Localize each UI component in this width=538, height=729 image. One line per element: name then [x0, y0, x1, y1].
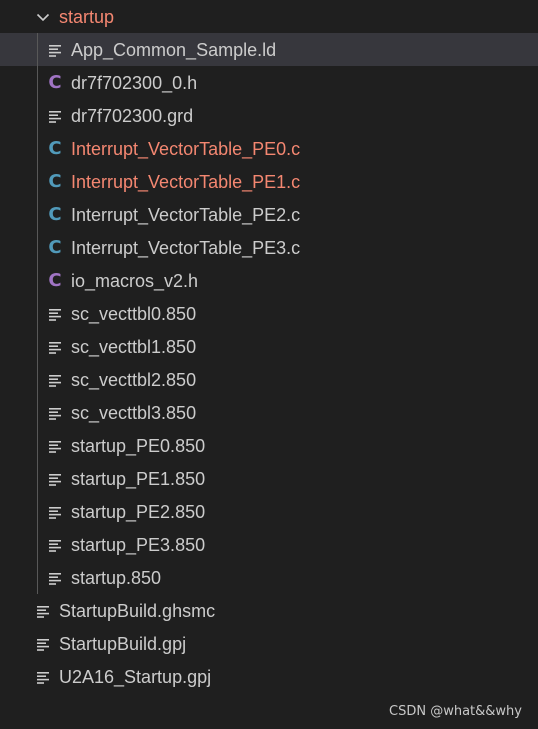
file-label: dr7f702300.grd [71, 105, 194, 126]
lines-icon [46, 535, 64, 555]
file-startup-pe1-850[interactable]: startup_PE1.850 [0, 462, 538, 495]
file-dr7f702300-0-h[interactable]: Cdr7f702300_0.h [0, 66, 538, 99]
file-startup-pe3-850[interactable]: startup_PE3.850 [0, 528, 538, 561]
icon-glyph: C [48, 71, 62, 93]
file-interrupt-vectortable-pe0-c[interactable]: C Interrupt_VectorTable_PE0.c [0, 132, 538, 165]
lines-icon [34, 634, 52, 654]
root-files: StartupBuild.ghsmc StartupBuild.gpj U2A16_… [0, 594, 538, 693]
icon-glyph: C [48, 137, 62, 159]
file-u2a16-startup-gpj[interactable]: U2A16_Startup.gpj [0, 660, 538, 693]
c-source-icon: C [46, 170, 64, 192]
lines-icon [46, 436, 64, 456]
file-interrupt-vectortable-pe1-c[interactable]: C Interrupt_VectorTable_PE1.c [0, 165, 538, 198]
file-label: U2A16_Startup.gpj [59, 666, 212, 687]
indent-guide [37, 33, 38, 594]
folder-children: App_Common_Sample.ld Cdr7f702300_0.h dr7f7… [0, 33, 538, 594]
watermark: CSDN @what&&why [389, 704, 522, 719]
file-startup-850[interactable]: startup.850 [0, 561, 538, 594]
icon-glyph: C [48, 236, 62, 258]
file-io-macros-v2-h[interactable]: Cio_macros_v2.h [0, 264, 538, 297]
file-label: startup_PE3.850 [71, 534, 206, 555]
c-source-icon: C [46, 236, 64, 258]
file-label: sc_vecttbl0.850 [71, 303, 197, 324]
icon-glyph: C [48, 170, 62, 192]
file-startup-pe2-850[interactable]: startup_PE2.850 [0, 495, 538, 528]
file-label: sc_vecttbl1.850 [71, 336, 197, 357]
file-label: App_Common_Sample.ld [71, 39, 277, 60]
file-startupbuild-gpj[interactable]: StartupBuild.gpj [0, 627, 538, 660]
file-label: Interrupt_VectorTable_PE3.c [71, 237, 301, 258]
file-label: dr7f702300_0.h [71, 72, 198, 93]
file-label: startup_PE1.850 [71, 468, 206, 489]
file-startup-pe0-850[interactable]: startup_PE0.850 [0, 429, 538, 462]
c-header-icon: C [46, 71, 64, 93]
lines-icon [46, 106, 64, 126]
lines-icon [46, 40, 64, 60]
file-label: Interrupt_VectorTable_PE1.c [71, 171, 301, 192]
folder-startup[interactable]: startup [0, 0, 538, 33]
file-label: Interrupt_VectorTable_PE0.c [71, 138, 301, 159]
icon-glyph: C [48, 203, 62, 225]
file-interrupt-vectortable-pe2-c[interactable]: C Interrupt_VectorTable_PE2.c [0, 198, 538, 231]
file-startupbuild-ghsmc[interactable]: StartupBuild.ghsmc [0, 594, 538, 627]
lines-icon [46, 370, 64, 390]
file-sc-vecttbl3-850[interactable]: sc_vecttbl3.850 [0, 396, 538, 429]
file-sc-vecttbl2-850[interactable]: sc_vecttbl2.850 [0, 363, 538, 396]
chevron-down-icon[interactable] [34, 8, 52, 26]
lines-icon [46, 403, 64, 423]
file-sc-vecttbl0-850[interactable]: sc_vecttbl0.850 [0, 297, 538, 330]
lines-icon [46, 502, 64, 522]
c-header-icon: C [46, 269, 64, 291]
file-label: startup_PE2.850 [71, 501, 206, 522]
c-source-icon: C [46, 137, 64, 159]
file-label: sc_vecttbl2.850 [71, 369, 197, 390]
file-sc-vecttbl1-850[interactable]: sc_vecttbl1.850 [0, 330, 538, 363]
file-app-common-sample-ld[interactable]: App_Common_Sample.ld [0, 33, 538, 66]
file-label: io_macros_v2.h [71, 270, 199, 291]
lines-icon [46, 568, 64, 588]
file-label: sc_vecttbl3.850 [71, 402, 197, 423]
file-explorer-tree: startup App_Common_Sample.ld Cdr7f702300_… [0, 0, 538, 693]
lines-icon [34, 667, 52, 687]
file-label: startup.850 [71, 567, 162, 588]
lines-icon [46, 304, 64, 324]
folder-label: startup [59, 6, 115, 27]
lines-icon [34, 601, 52, 621]
lines-icon [46, 469, 64, 489]
c-source-icon: C [46, 203, 64, 225]
file-label: StartupBuild.ghsmc [59, 600, 216, 621]
file-label: StartupBuild.gpj [59, 633, 187, 654]
file-label: startup_PE0.850 [71, 435, 206, 456]
icon-glyph: C [48, 269, 62, 291]
lines-icon [46, 337, 64, 357]
file-interrupt-vectortable-pe3-c[interactable]: C Interrupt_VectorTable_PE3.c [0, 231, 538, 264]
file-dr7f702300-grd[interactable]: dr7f702300.grd [0, 99, 538, 132]
file-label: Interrupt_VectorTable_PE2.c [71, 204, 301, 225]
